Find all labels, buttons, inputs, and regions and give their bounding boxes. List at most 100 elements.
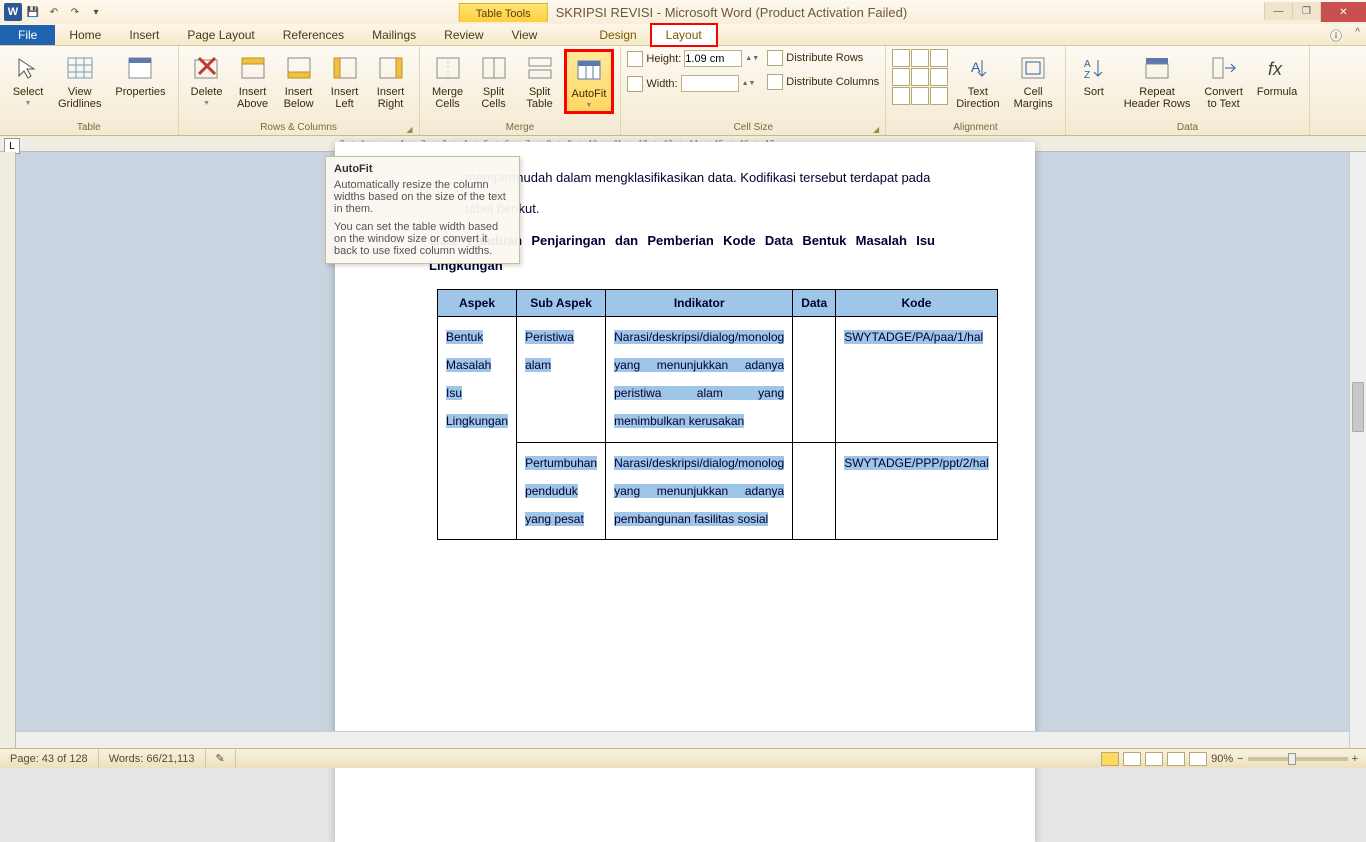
table-header[interactable]: Indikator [606,289,793,316]
merge-cells-button[interactable]: Merge Cells [426,49,470,113]
cell-margins-button[interactable]: Cell Margins [1008,49,1059,113]
group-label-table: Table [6,122,172,135]
select-button[interactable]: Select▼ [6,49,50,110]
body-text: mempermudah dalam mengklasifikasikan dat… [465,166,935,191]
zoom-level[interactable]: 90% [1211,753,1233,765]
workspace: · 2 · ı · 1 · ı · · ı · 1 · ı · 2 · ı · … [0,136,1366,748]
table-header[interactable]: Aspek [438,289,517,316]
tab-mailings[interactable]: Mailings [358,25,430,45]
distribute-rows-icon [767,50,783,66]
group-alignment: AText Direction Cell Margins Alignment [886,46,1066,135]
insert-above-button[interactable]: Insert Above [231,49,275,113]
tab-insert[interactable]: Insert [115,25,173,45]
body-text: tabel berikut. [465,197,935,222]
qat-undo-icon[interactable]: ↶ [44,2,64,22]
vertical-ruler[interactable] [0,152,16,748]
height-label: Height: [646,53,681,65]
vertical-scrollbar[interactable] [1349,152,1366,748]
sort-button[interactable]: AZSort [1072,49,1116,101]
group-label-cell-size: Cell Size◢ [627,122,879,135]
launcher-icon[interactable]: ◢ [406,125,412,134]
ribbon-tabs: File Home Insert Page Layout References … [0,24,1366,46]
distribute-columns-icon [767,74,783,90]
tooltip-title: AutoFit [334,163,511,175]
tab-review[interactable]: Review [430,25,497,45]
convert-to-text-button[interactable]: Convert to Text [1198,49,1249,113]
view-gridlines-button[interactable]: View Gridlines [52,49,107,113]
tab-home[interactable]: Home [55,25,115,45]
autofit-button[interactable]: AutoFit▼ [564,49,615,114]
launcher-icon[interactable]: ◢ [873,125,879,134]
group-rows-columns: Delete▼ Insert Above Insert Below Insert… [179,46,420,135]
tab-references[interactable]: References [269,25,358,45]
properties-button[interactable]: Properties [109,49,171,101]
tab-view[interactable]: View [498,25,552,45]
formula-button[interactable]: fxFormula [1251,49,1303,101]
tooltip-body: You can set the table width based on the… [334,221,511,257]
ribbon-toggle-icon[interactable]: ^ [1355,27,1360,38]
row-height-icon [627,51,643,67]
status-bar: Page: 43 of 128 Words: 66/21,113 ✎ 90% −… [0,748,1366,768]
table-header[interactable]: Data [793,289,836,316]
contextual-tab-label: Table Tools [459,3,548,22]
scrollbar-thumb[interactable] [1352,382,1364,432]
view-web-layout-icon[interactable] [1145,752,1163,766]
tooltip-body: Automatically resize the column widths b… [334,179,511,215]
insert-below-button[interactable]: Insert Below [277,49,321,113]
width-label: Width: [646,78,677,90]
split-cells-button[interactable]: Split Cells [472,49,516,113]
document-table[interactable]: Aspek Sub Aspek Indikator Data Kode Bent… [437,289,998,540]
qat-customize-icon[interactable]: ▾ [86,2,106,22]
split-table-button[interactable]: Split Table [518,49,562,113]
tab-file[interactable]: File [0,25,55,45]
view-draft-icon[interactable] [1189,752,1207,766]
status-page[interactable]: Page: 43 of 128 [0,749,99,768]
text-direction-button[interactable]: AText Direction [950,49,1005,113]
zoom-slider[interactable] [1248,757,1348,761]
qat-save-icon[interactable]: 💾 [23,2,43,22]
tab-layout[interactable]: Layout [651,24,717,46]
status-words[interactable]: Words: 66/21,113 [99,749,206,768]
table-header[interactable]: Sub Aspek [517,289,606,316]
word-icon: W [4,3,22,21]
distribute-rows-button[interactable]: Distribute Rows [767,49,879,67]
qat-redo-icon[interactable]: ↷ [65,2,85,22]
svg-text:fx: fx [1268,59,1283,79]
view-outline-icon[interactable] [1167,752,1185,766]
status-proofing-icon[interactable]: ✎ [206,749,236,768]
insert-left-button[interactable]: Insert Left [323,49,367,113]
view-print-layout-icon[interactable] [1101,752,1119,766]
horizontal-scrollbar[interactable] [16,731,1349,748]
tab-design[interactable]: Design [585,25,650,45]
view-full-screen-icon[interactable] [1123,752,1141,766]
group-cell-size: Height: ▲▼ Width: ▲▼ Distribute Rows Distr… [621,46,886,135]
repeat-header-rows-button[interactable]: Repeat Header Rows [1118,49,1197,113]
col-width-icon [627,76,643,92]
width-input[interactable] [681,75,739,92]
group-label-rows-columns: Rows & Columns◢ [185,122,413,135]
distribute-columns-button[interactable]: Distribute Columns [767,73,879,91]
table-row[interactable]: Bentuk Masalah Isu Lingkungan Peristiwa … [438,316,998,442]
help-icon[interactable]: ⓘ [1330,27,1342,44]
ribbon: Select▼ View Gridlines Properties Table … [0,46,1366,136]
zoom-out-button[interactable]: − [1237,753,1243,765]
group-label-alignment: Alignment [892,122,1059,135]
width-spinner[interactable]: ▲▼ [742,81,754,87]
height-input[interactable] [684,50,742,67]
tab-page-layout[interactable]: Page Layout [173,25,268,45]
restore-button[interactable]: ❐ [1292,2,1320,20]
svg-text:A: A [971,59,981,75]
table-row[interactable]: Pertumbuhan penduduk yang pesat Narasi/d… [438,442,998,540]
table-header[interactable]: Kode [836,289,998,316]
insert-right-button[interactable]: Insert Right [369,49,413,113]
alignment-grid[interactable] [892,49,948,105]
zoom-in-button[interactable]: + [1352,753,1358,765]
document-title: SKRIPSI REVISI - Microsoft Word (Product… [556,5,908,20]
svg-text:Z: Z [1084,70,1090,80]
close-button[interactable]: ✕ [1320,2,1366,22]
height-spinner[interactable]: ▲▼ [745,56,757,62]
group-label-merge: Merge [426,122,615,135]
minimize-button[interactable]: — [1264,2,1292,20]
delete-button[interactable]: Delete▼ [185,49,229,110]
group-merge: Merge Cells Split Cells Split Table Auto… [420,46,622,135]
